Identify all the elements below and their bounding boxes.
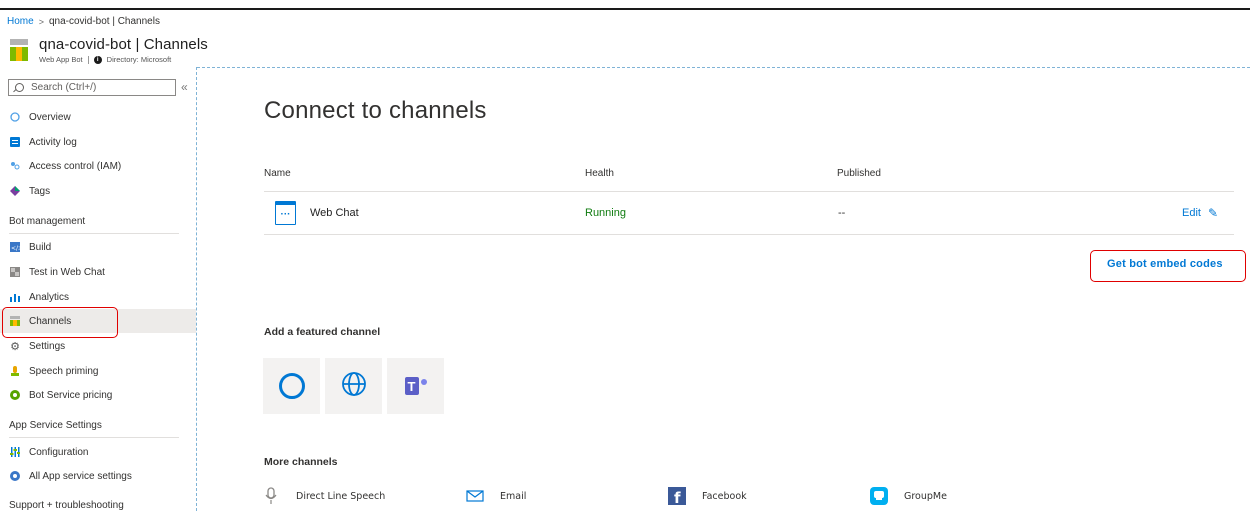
- sidebar-search-input[interactable]: Search (Ctrl+/): [8, 79, 176, 96]
- svg-text:</>: </>: [11, 245, 20, 252]
- facebook-icon: f: [668, 487, 686, 505]
- sidebar-item-bot-service-pricing[interactable]: Bot Service pricing: [0, 383, 196, 407]
- globe-icon: [341, 371, 367, 402]
- sidebar-item-build[interactable]: </> Build: [0, 235, 196, 259]
- collapse-sidebar-button[interactable]: «: [181, 80, 188, 94]
- content-border-left: [196, 67, 197, 511]
- groupme-icon: [870, 487, 888, 505]
- channel-name[interactable]: Web Chat: [310, 207, 359, 219]
- sidebar-item-label: Overview: [29, 111, 71, 123]
- pencil-icon: ✎: [1207, 206, 1219, 220]
- breadcrumb-current: qna-covid-bot | Channels: [48, 16, 160, 27]
- more-channel-label: Facebook: [702, 490, 747, 502]
- sidebar-item-configuration[interactable]: Configuration: [0, 440, 196, 464]
- info-icon: i: [93, 55, 102, 64]
- sidebar-item-label: Settings: [29, 340, 66, 352]
- breadcrumb-separator: >: [38, 16, 44, 27]
- web-app-bot-icon: [10, 39, 28, 61]
- more-channel-label: Direct Line Speech: [296, 490, 386, 502]
- sidebar-item-label: Access control (IAM): [29, 160, 122, 172]
- sidebar-item-speech-priming[interactable]: Speech priming: [0, 359, 196, 383]
- column-header-name: Name: [264, 168, 291, 179]
- page-title: qna-covid-bot | Channels: [39, 36, 208, 53]
- resource-header: qna-covid-bot | Channels Web App Bot i D…: [10, 37, 208, 64]
- web-chat-icon: ···: [275, 201, 296, 225]
- sidebar-item-label: Build: [29, 241, 52, 253]
- search-icon: [15, 83, 24, 92]
- sidebar-item-test-in-web-chat[interactable]: Test in Web Chat: [0, 260, 196, 284]
- code-icon: </>: [10, 242, 20, 252]
- sidebar-item-label: Test in Web Chat: [29, 266, 105, 278]
- table-divider: [264, 234, 1234, 235]
- top-border: [0, 0, 1250, 10]
- resource-type: Web App Bot: [39, 55, 83, 64]
- cortana-icon: [278, 373, 305, 399]
- table-divider: [264, 191, 1234, 192]
- channel-health-status: Running: [585, 207, 626, 219]
- search-placeholder: Search (Ctrl+/): [31, 82, 97, 93]
- more-channels-title: More channels: [264, 456, 338, 468]
- tag-icon: [10, 186, 20, 196]
- breadcrumb: Home > qna-covid-bot | Channels: [7, 16, 160, 27]
- direct-line-channel-tile[interactable]: [325, 358, 382, 414]
- column-header-published: Published: [837, 168, 881, 179]
- sidebar-item-iam[interactable]: Access control (IAM): [0, 154, 196, 178]
- email-icon: [466, 487, 484, 505]
- channels-highlight-box: [2, 307, 118, 338]
- featured-channel-title: Add a featured channel: [264, 326, 381, 338]
- content-border-top: [197, 67, 1250, 68]
- sidebar-item-label: Speech priming: [29, 365, 99, 377]
- groupme-channel[interactable]: GroupMe: [870, 487, 947, 505]
- channel-published: --: [838, 207, 846, 219]
- iam-icon: [10, 161, 20, 171]
- edit-label: Edit: [1182, 207, 1201, 219]
- gear-icon: ⚙: [10, 340, 20, 353]
- section-app-service-settings: App Service Settings: [9, 420, 179, 438]
- analytics-icon: [10, 292, 20, 302]
- sidebar-item-label: Tags: [29, 185, 51, 197]
- pricing-icon: [10, 390, 20, 400]
- sidebar-item-label: Configuration: [29, 446, 89, 458]
- sliders-icon: [10, 447, 20, 457]
- divider: [87, 55, 89, 64]
- direct-line-speech-channel[interactable]: Direct Line Speech: [262, 487, 385, 505]
- svg-text:f: f: [674, 489, 681, 505]
- cortana-channel-tile[interactable]: [263, 358, 320, 414]
- overview-icon: [10, 112, 20, 122]
- sidebar-item-overview[interactable]: Overview: [0, 105, 196, 129]
- get-bot-embed-codes-link[interactable]: Get bot embed codes: [1107, 258, 1223, 270]
- sidebar-item-label: All App service settings: [29, 470, 132, 482]
- app-service-icon: [10, 471, 20, 481]
- page-heading: Connect to channels: [264, 97, 487, 124]
- sidebar-item-tags[interactable]: Tags: [0, 179, 196, 203]
- section-bot-management: Bot management: [9, 216, 179, 234]
- more-channel-label: Email: [500, 490, 527, 502]
- sidebar-item-activity-log[interactable]: Activity log: [0, 130, 196, 154]
- section-support-troubleshooting: Support + troubleshooting: [9, 500, 124, 511]
- teams-channel-tile[interactable]: T: [387, 358, 444, 414]
- breadcrumb-home-link[interactable]: Home: [7, 16, 34, 27]
- speech-icon: [10, 366, 20, 376]
- teams-icon: T: [404, 377, 427, 395]
- activity-log-icon: [10, 137, 20, 147]
- sidebar-item-analytics[interactable]: Analytics: [0, 285, 196, 309]
- more-channel-label: GroupMe: [904, 490, 947, 502]
- sidebar-item-label: Analytics: [29, 291, 70, 303]
- microphone-icon: [262, 487, 280, 505]
- sidebar-item-label: Bot Service pricing: [29, 389, 113, 401]
- webchat-test-icon: [10, 267, 20, 277]
- sidebar-item-all-app-service-settings[interactable]: All App service settings: [0, 464, 196, 488]
- facebook-channel[interactable]: f Facebook: [668, 487, 747, 505]
- resource-directory: Directory: Microsoft: [106, 55, 172, 64]
- edit-channel-link[interactable]: Edit ✎: [1182, 206, 1218, 220]
- column-header-health: Health: [585, 168, 614, 179]
- email-channel[interactable]: Email: [466, 487, 526, 505]
- resource-subtitle: Web App Bot i Directory: Microsoft: [39, 55, 208, 64]
- sidebar-item-label: Activity log: [29, 136, 77, 148]
